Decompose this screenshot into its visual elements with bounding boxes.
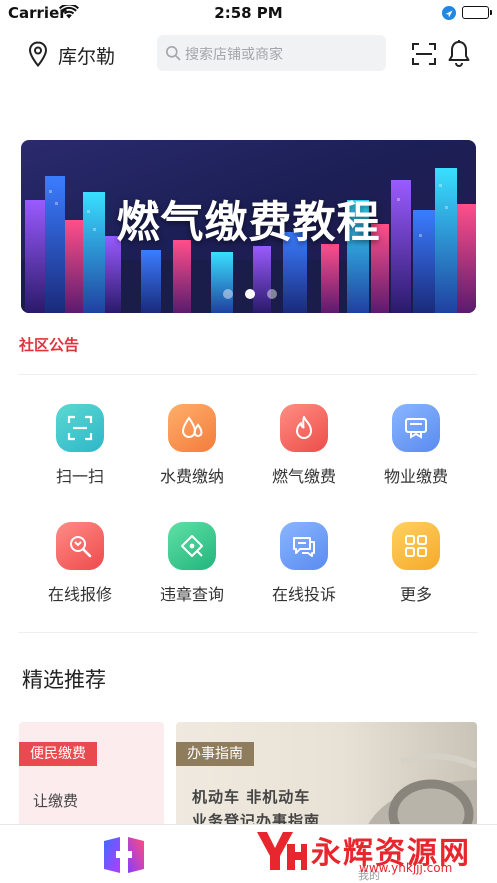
service-icon-6 (280, 522, 328, 570)
search-placeholder: 搜索店铺或商家 (185, 47, 283, 63)
location-pin-icon[interactable] (28, 41, 48, 67)
location-arrow-icon (442, 6, 456, 20)
city-selector[interactable]: 库尔勒 (58, 42, 115, 69)
card-text: 让缴费 (33, 792, 79, 810)
complaint-icon (293, 537, 315, 557)
divider (18, 632, 477, 633)
divider (18, 374, 477, 375)
watermark-logo-icon (257, 832, 307, 870)
service-label: 扫一扫 (55, 467, 104, 486)
service-icon-3 (392, 404, 440, 452)
wrench-icon (70, 536, 92, 558)
service-scan[interactable]: 扫一扫 (24, 404, 136, 504)
service-label: 水费缴纳 (159, 467, 224, 486)
featured-section-title: 精选推荐 (22, 668, 106, 692)
bell-icon[interactable] (447, 39, 471, 67)
flame-icon (296, 416, 312, 439)
carousel-dot-active[interactable] (245, 289, 255, 299)
search-icon (166, 46, 181, 61)
banner-title: 燃气缴费教程 (116, 198, 381, 248)
scan-icon[interactable] (411, 41, 437, 67)
water-drop-icon (181, 416, 203, 438)
card-line: 机动车 非机动车 (192, 788, 311, 806)
carousel-indicator (223, 289, 277, 299)
more-grid-icon (405, 535, 427, 557)
watermark: 永辉资源网 www.yhkjjj.com (253, 826, 493, 878)
service-complaint[interactable]: 在线投诉 (248, 522, 360, 622)
property-icon (405, 418, 427, 439)
service-label: 物业缴费 (383, 467, 448, 486)
service-icon-5 (168, 522, 216, 570)
service-label: 在线投诉 (271, 585, 336, 604)
service-repair[interactable]: 在线报修 (24, 522, 136, 622)
search-input[interactable]: 搜索店铺或商家 (157, 35, 386, 71)
service-icon-2 (280, 404, 328, 452)
service-label: 更多 (399, 585, 432, 604)
battery-icon (462, 6, 492, 19)
status-bar: Carrier 2:58 PM (0, 0, 497, 26)
service-water-fee[interactable]: 水费缴纳 (136, 404, 248, 504)
community-notice[interactable]: 社区公告 (19, 334, 79, 355)
service-label: 在线报修 (47, 585, 112, 604)
service-label: 燃气缴费 (271, 467, 336, 486)
carousel-dot[interactable] (223, 289, 233, 299)
service-label: 违章查询 (159, 585, 224, 604)
card-tag: 办事指南 (176, 742, 254, 766)
watermark-url: www.yhkjjj.com (359, 861, 453, 875)
service-more[interactable]: 更多 (360, 522, 472, 622)
card-tag: 便民缴费 (19, 742, 97, 766)
service-violation-query[interactable]: 违章查询 (136, 522, 248, 622)
violation-icon (181, 535, 203, 557)
service-icon-7 (392, 522, 440, 570)
header: 库尔勒 搜索店铺或商家 (0, 32, 497, 76)
service-icon-1 (168, 404, 216, 452)
service-icon-0 (56, 404, 104, 452)
carousel-dot[interactable] (267, 289, 277, 299)
clock: 2:58 PM (214, 4, 283, 22)
banner-carousel[interactable]: 燃气缴费教程 (21, 140, 476, 313)
service-gas-fee[interactable]: 燃气缴费 (248, 404, 360, 504)
scan-icon (67, 415, 93, 441)
home-logo-icon[interactable] (98, 833, 150, 877)
service-property-fee[interactable]: 物业缴费 (360, 404, 472, 504)
service-icon-4 (56, 522, 104, 570)
